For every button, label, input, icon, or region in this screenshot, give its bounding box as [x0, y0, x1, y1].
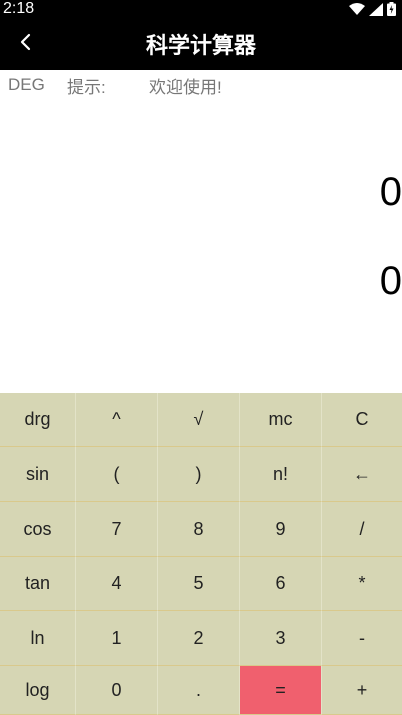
- status-icons: [349, 2, 396, 16]
- key-plus[interactable]: +: [322, 666, 402, 715]
- key-1[interactable]: 1: [76, 611, 158, 666]
- key-cos[interactable]: cos: [0, 502, 76, 557]
- key-multiply[interactable]: *: [322, 557, 402, 611]
- key-memory-clear[interactable]: mc: [240, 393, 322, 447]
- key-factorial[interactable]: n!: [240, 447, 322, 502]
- key-8[interactable]: 8: [158, 502, 240, 557]
- angle-mode-label: DEG: [8, 75, 45, 94]
- key-3[interactable]: 3: [240, 611, 322, 666]
- key-left-paren[interactable]: (: [76, 447, 158, 502]
- result-display: 0: [379, 259, 402, 303]
- key-backspace[interactable]: ←: [322, 447, 402, 502]
- key-ln[interactable]: ln: [0, 611, 76, 666]
- key-right-paren[interactable]: ): [158, 447, 240, 502]
- key-0[interactable]: 0: [76, 666, 158, 715]
- key-sin[interactable]: sin: [0, 447, 76, 502]
- status-bar: 2:18: [0, 0, 402, 18]
- key-sqrt[interactable]: √: [158, 393, 240, 447]
- key-7[interactable]: 7: [76, 502, 158, 557]
- hint-message: 欢迎使用!: [149, 77, 222, 97]
- page-title: 科学计算器: [145, 34, 256, 59]
- key-decimal[interactable]: .: [158, 666, 240, 715]
- key-log[interactable]: log: [0, 666, 76, 715]
- status-time: 2:18: [3, 0, 35, 17]
- hint-label: 提示:: [67, 77, 106, 97]
- signal-icon: [369, 2, 383, 16]
- key-minus[interactable]: -: [322, 611, 402, 666]
- app-bar: 科学计算器: [0, 18, 402, 70]
- calculator-display: 0 0: [0, 100, 402, 393]
- key-clear[interactable]: C: [322, 393, 402, 447]
- key-5[interactable]: 5: [158, 557, 240, 611]
- key-drg[interactable]: drg: [0, 393, 76, 447]
- key-2[interactable]: 2: [158, 611, 240, 666]
- info-row: DEG 提示: 欢迎使用!: [0, 70, 402, 100]
- key-equals[interactable]: =: [240, 666, 322, 715]
- wifi-icon: [349, 2, 365, 16]
- battery-charging-icon: [387, 2, 396, 16]
- key-tan[interactable]: tan: [0, 557, 76, 611]
- expression-display: 0: [379, 170, 402, 214]
- key-6[interactable]: 6: [240, 557, 322, 611]
- key-power[interactable]: ^: [76, 393, 158, 447]
- key-divide[interactable]: /: [322, 502, 402, 557]
- key-9[interactable]: 9: [240, 502, 322, 557]
- key-4[interactable]: 4: [76, 557, 158, 611]
- keypad: drg ^ √ mc C sin ( ) n! ← cos 7 8 9 / ta…: [0, 393, 402, 715]
